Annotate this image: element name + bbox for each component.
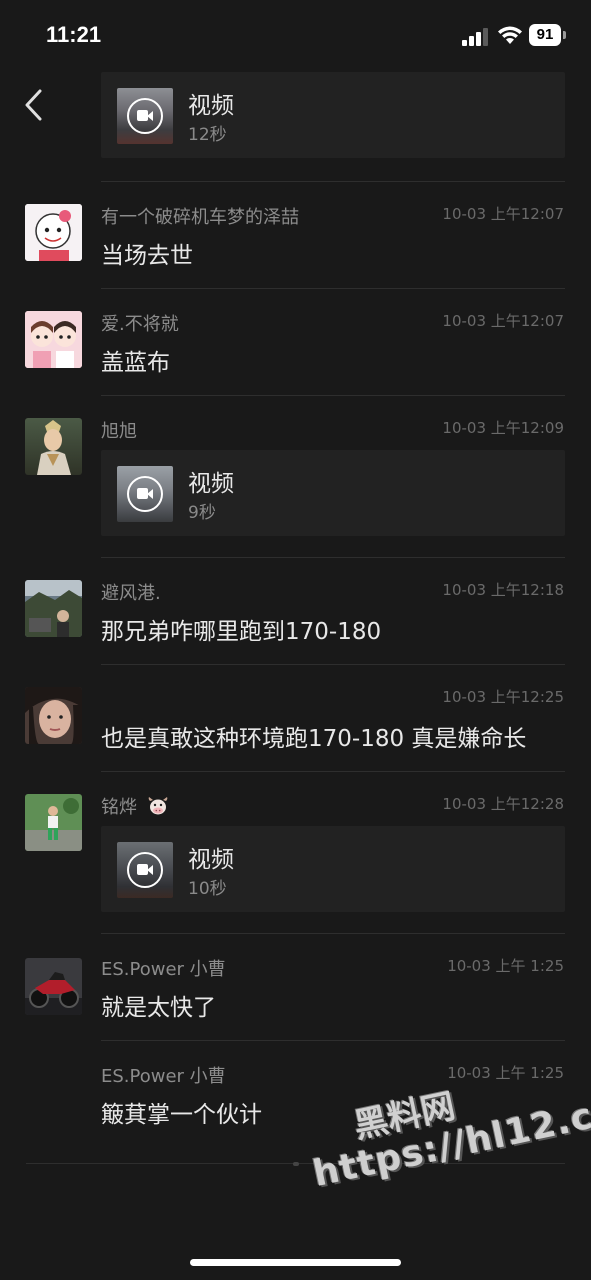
video-label: 视频 bbox=[188, 93, 234, 119]
comment-item[interactable]: 旭旭 10-03 上午12:09 视频 9秒 bbox=[0, 396, 591, 557]
avatar-selfie-icon bbox=[25, 687, 82, 744]
avatar[interactable] bbox=[25, 958, 82, 1015]
comment-video-card[interactable]: 视频 10秒 bbox=[101, 826, 565, 912]
battery-level: 91 bbox=[529, 24, 561, 46]
comment-nickname[interactable]: 爱.不将就 bbox=[101, 310, 179, 336]
comment-text: 当场去世 bbox=[101, 243, 193, 269]
nickname-text: 铭烨 bbox=[101, 797, 137, 818]
scroll-indicator bbox=[293, 1162, 299, 1166]
avatar-child-photo-icon bbox=[25, 794, 82, 851]
comment-timestamp: 10-03 上午 1:25 bbox=[447, 957, 564, 975]
comment-item[interactable]: 避风港. 10-03 上午12:18 那兄弟咋哪里跑到170-180 bbox=[0, 558, 591, 664]
cow-face-icon bbox=[148, 797, 168, 815]
video-thumbnail bbox=[117, 842, 173, 898]
comment-text: 就是太快了 bbox=[101, 995, 216, 1021]
avatar[interactable] bbox=[25, 311, 82, 368]
comment-timestamp: 10-03 上午12:18 bbox=[442, 581, 564, 599]
comment-item[interactable]: 铭烨 10-03 上午12:28 视频 10秒 bbox=[0, 772, 591, 933]
comment-timestamp: 10-03 上午12:07 bbox=[442, 312, 564, 330]
avatar[interactable] bbox=[25, 794, 82, 851]
comment-text: 盖蓝布 bbox=[101, 350, 170, 376]
comment-nickname[interactable]: 有一个破碎机车梦的泽喆 bbox=[101, 203, 299, 229]
comment-text: 也是真敢这种环境跑170-180 真是嫌命长 bbox=[101, 726, 527, 752]
video-camera-lens bbox=[147, 111, 153, 121]
video-duration: 12秒 bbox=[188, 125, 227, 145]
video-camera-lens bbox=[147, 865, 153, 875]
status-bar: 11:21 91 bbox=[0, 0, 591, 70]
video-camera-lens bbox=[147, 489, 153, 499]
avatar-couple-cartoon-icon bbox=[25, 311, 82, 368]
comment-item[interactable]: 10-03 上午12:25 也是真敢这种环境跑170-180 真是嫌命长 bbox=[0, 665, 591, 771]
avatar-photo-icon bbox=[25, 580, 82, 637]
comment-nickname[interactable]: 避风港. bbox=[101, 579, 161, 605]
comment-item[interactable]: ES.Power 小曹 10-03 上午 1:25 就是太快了 bbox=[0, 934, 591, 1040]
comment-video-card[interactable]: 视频 9秒 bbox=[101, 450, 565, 536]
battery-tip bbox=[563, 31, 566, 39]
comment-item[interactable]: 有一个破碎机车梦的泽喆 10-03 上午12:07 当场去世 bbox=[0, 182, 591, 288]
avatar-game-character-icon bbox=[25, 418, 82, 475]
header-video-card[interactable]: 视频 12秒 bbox=[101, 72, 565, 158]
comment-timestamp: 10-03 上午12:28 bbox=[442, 795, 564, 813]
avatar-cartoon-icon bbox=[25, 204, 82, 261]
avatar[interactable] bbox=[25, 687, 82, 744]
video-label: 视频 bbox=[188, 847, 234, 873]
video-duration: 9秒 bbox=[188, 503, 216, 523]
comment-timestamp: 10-03 上午12:07 bbox=[442, 205, 564, 223]
home-indicator[interactable] bbox=[190, 1259, 401, 1266]
avatar[interactable] bbox=[25, 580, 82, 637]
video-thumbnail bbox=[117, 88, 173, 144]
avatar[interactable] bbox=[25, 418, 82, 475]
cellular-signal-icon bbox=[462, 28, 488, 46]
wifi-icon bbox=[498, 26, 522, 44]
comment-nickname[interactable]: ES.Power 小曹 bbox=[101, 955, 226, 981]
back-button[interactable] bbox=[22, 88, 46, 122]
comment-timestamp: 10-03 上午12:09 bbox=[442, 419, 564, 437]
comment-timestamp: 10-03 上午12:25 bbox=[442, 688, 564, 706]
avatar[interactable] bbox=[25, 204, 82, 261]
comment-item[interactable]: 爱.不将就 10-03 上午12:07 盖蓝布 bbox=[0, 289, 591, 395]
status-time: 11:21 bbox=[46, 22, 102, 47]
comment-nickname[interactable]: 旭旭 bbox=[101, 417, 137, 443]
video-duration: 10秒 bbox=[188, 879, 227, 899]
comment-nickname[interactable]: 铭烨 bbox=[101, 793, 169, 819]
comment-nickname[interactable]: ES.Power 小曹 bbox=[101, 1062, 226, 1088]
comment-text: 那兄弟咋哪里跑到170-180 bbox=[101, 619, 382, 645]
video-label: 视频 bbox=[188, 471, 234, 497]
video-thumbnail bbox=[117, 466, 173, 522]
battery-icon: 91 bbox=[529, 24, 567, 46]
comment-text: 簸萁掌一个伙计 bbox=[101, 1102, 262, 1128]
avatar-motorcycle-icon bbox=[25, 958, 82, 1015]
